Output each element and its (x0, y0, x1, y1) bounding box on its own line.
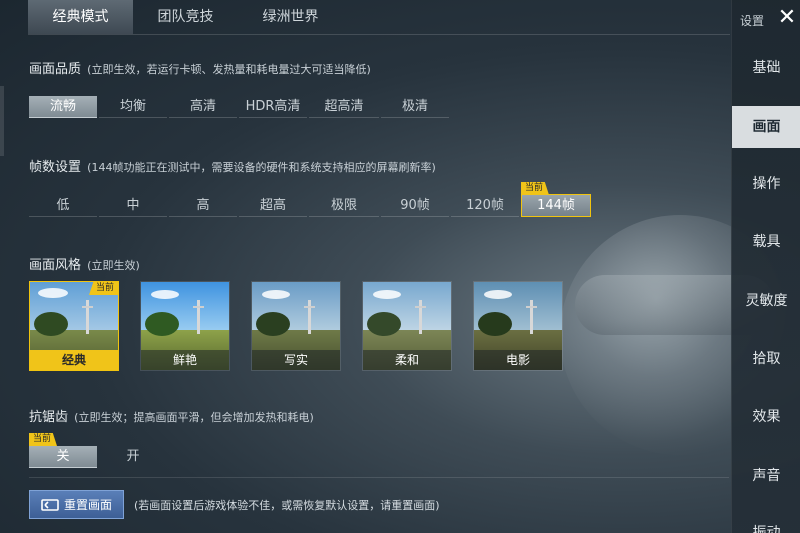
settings-sidebar: 设置 ✕ 基础 画面 操作 载具 灵敏度 拾取 效果 声音 振动 (731, 0, 800, 533)
aa-heading: 抗锯齿 (立即生效；提高画面平滑，但会增加发热和耗电) (29, 406, 314, 425)
style-thumb-classic[interactable]: 当前 经典 (29, 281, 119, 371)
style-label-realistic: 写实 (252, 350, 340, 370)
sidebar-item-effects[interactable]: 效果 (732, 396, 800, 438)
close-icon[interactable]: ✕ (776, 6, 798, 30)
settings-title: 设置 (740, 14, 765, 28)
style-title: 画面风格 (29, 258, 82, 273)
fps-option-ultra[interactable]: 超高 (239, 195, 307, 217)
fps-title: 帧数设置 (29, 160, 82, 175)
sidebar-item-controls[interactable]: 操作 (732, 163, 800, 205)
fps-option-90[interactable]: 90帧 (381, 195, 449, 217)
quality-option-balanced[interactable]: 均衡 (99, 96, 167, 118)
style-note: (立即生效) (87, 259, 140, 272)
thumb-tree (367, 312, 401, 336)
settings-screen: 经典模式 团队竞技 绿洲世界 画面品质 (立即生效，若运行卡顿、发热量和耗电量过… (0, 0, 800, 533)
style-thumb-soft[interactable]: 柔和 (362, 281, 452, 371)
sidebar-item-vehicles[interactable]: 载具 (732, 221, 800, 263)
reset-note: (若画面设置后游戏体验不佳，或需恢复默认设置，请重置画面) (134, 499, 440, 512)
reset-button-label: 重置画面 (63, 498, 112, 512)
style-thumb-vivid[interactable]: 鲜艳 (140, 281, 230, 371)
style-label-cinematic: 电影 (474, 350, 562, 370)
sidebar-item-pickup[interactable]: 拾取 (732, 338, 800, 380)
tab-team-deathmatch[interactable]: 团队竞技 (133, 0, 238, 34)
fps-option-medium[interactable]: 中 (99, 195, 167, 217)
style-label-classic: 经典 (30, 350, 118, 370)
quality-heading: 画面品质 (立即生效，若运行卡顿、发热量和耗电量过大可适当降低) (29, 58, 371, 77)
section-divider (29, 477, 729, 478)
fps-option-extreme[interactable]: 极限 (309, 195, 379, 217)
quality-option-hdr[interactable]: HDR高清 (239, 96, 307, 118)
aa-note: (立即生效；提高画面平滑，但会增加发热和耗电) (74, 411, 314, 424)
quality-option-ultra-hd[interactable]: 超高清 (309, 96, 379, 118)
thumb-cloud (262, 290, 290, 299)
style-label-vivid: 鲜艳 (141, 350, 229, 370)
thumb-cloud (373, 290, 401, 299)
fps-option-low[interactable]: 低 (29, 195, 97, 217)
quality-note: (立即生效，若运行卡顿、发热量和耗电量过大可适当降低) (87, 63, 371, 76)
thumb-tree (145, 312, 179, 336)
thumb-tree (478, 312, 512, 336)
style-thumb-realistic[interactable]: 写实 (251, 281, 341, 371)
style-label-soft: 柔和 (363, 350, 451, 370)
thumb-tree (34, 312, 68, 336)
aa-option-off[interactable]: 关 (29, 446, 97, 468)
thumb-tower-bar (415, 306, 426, 308)
thumb-cloud (151, 290, 179, 299)
fps-note: (144帧功能正在测试中，需要设备的硬件和系统支持相应的屏幕刷新率) (87, 161, 436, 174)
mode-tabs: 经典模式 团队竞技 绿洲世界 (28, 0, 343, 34)
left-edge-handle (0, 86, 4, 156)
quality-title: 画面品质 (29, 62, 82, 77)
style-heading: 画面风格 (立即生效) (29, 254, 140, 273)
sidebar-header: 设置 ✕ (732, 0, 800, 38)
sidebar-item-vibration[interactable]: 振动 (732, 512, 800, 533)
sidebar-item-graphics[interactable]: 画面 (732, 106, 800, 148)
thumb-tower-bar (193, 306, 204, 308)
fps-heading: 帧数设置 (144帧功能正在测试中，需要设备的硬件和系统支持相应的屏幕刷新率) (29, 156, 436, 175)
quality-option-extreme-hd[interactable]: 极清 (381, 96, 449, 118)
thumb-tower-bar (304, 306, 315, 308)
thumb-tower-bar (82, 306, 93, 308)
reset-icon (41, 498, 59, 511)
sidebar-item-sensitivity[interactable]: 灵敏度 (732, 280, 800, 322)
thumb-tower-bar (526, 306, 537, 308)
aa-title: 抗锯齿 (29, 410, 69, 425)
thumb-cloud (484, 290, 512, 299)
fps-option-120[interactable]: 120帧 (451, 195, 519, 217)
thumb-cloud (38, 288, 68, 298)
thumb-tree (256, 312, 290, 336)
sidebar-item-basic[interactable]: 基础 (732, 47, 800, 89)
style-thumb-cinematic[interactable]: 电影 (473, 281, 563, 371)
style-current-tag: 当前 (88, 282, 118, 295)
fps-current-tag: 当前 (521, 182, 550, 195)
fps-option-144[interactable]: 144帧 (521, 194, 591, 217)
tab-divider (28, 34, 730, 35)
tab-classic[interactable]: 经典模式 (28, 0, 133, 34)
quality-option-smooth[interactable]: 流畅 (29, 96, 97, 118)
reset-graphics-button[interactable]: 重置画面 (29, 490, 124, 519)
aa-option-on[interactable]: 开 (99, 446, 167, 468)
sidebar-item-sound[interactable]: 声音 (732, 455, 800, 497)
quality-option-hd[interactable]: 高清 (169, 96, 237, 118)
fps-option-high[interactable]: 高 (169, 195, 237, 217)
tab-oasis-world[interactable]: 绿洲世界 (238, 0, 343, 34)
aa-current-tag: 当前 (29, 433, 58, 446)
